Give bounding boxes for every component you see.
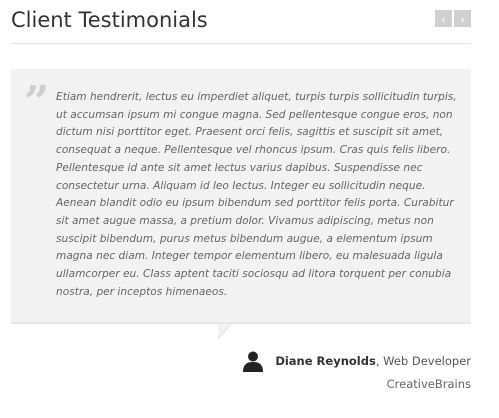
speech-pointer	[218, 324, 230, 338]
testimonial-author: Diane Reynolds, Web Developer CreativeBr…	[242, 350, 471, 391]
testimonial-text: Etiam hendrerit, lectus eu imperdiet ali…	[56, 91, 457, 298]
author-separator: ,	[375, 354, 384, 368]
author-role: Web Developer	[383, 354, 471, 368]
carousel-nav: ‹ ›	[435, 10, 471, 27]
section-title: Client Testimonials	[11, 8, 208, 32]
prev-button[interactable]: ‹	[435, 10, 452, 27]
chevron-left-icon: ‹	[441, 11, 446, 26]
header-divider	[11, 43, 471, 44]
next-button[interactable]: ›	[454, 10, 471, 27]
chevron-right-icon: ›	[460, 11, 465, 26]
user-icon	[243, 351, 264, 372]
author-name: Diane Reynolds	[275, 354, 376, 368]
testimonial-box: ” Etiam hendrerit, lectus eu imperdiet a…	[11, 69, 471, 324]
testimonials-header: Client Testimonials ‹ ›	[11, 6, 471, 36]
author-company: CreativeBrains	[386, 377, 471, 391]
quote-icon: ”	[24, 77, 50, 128]
